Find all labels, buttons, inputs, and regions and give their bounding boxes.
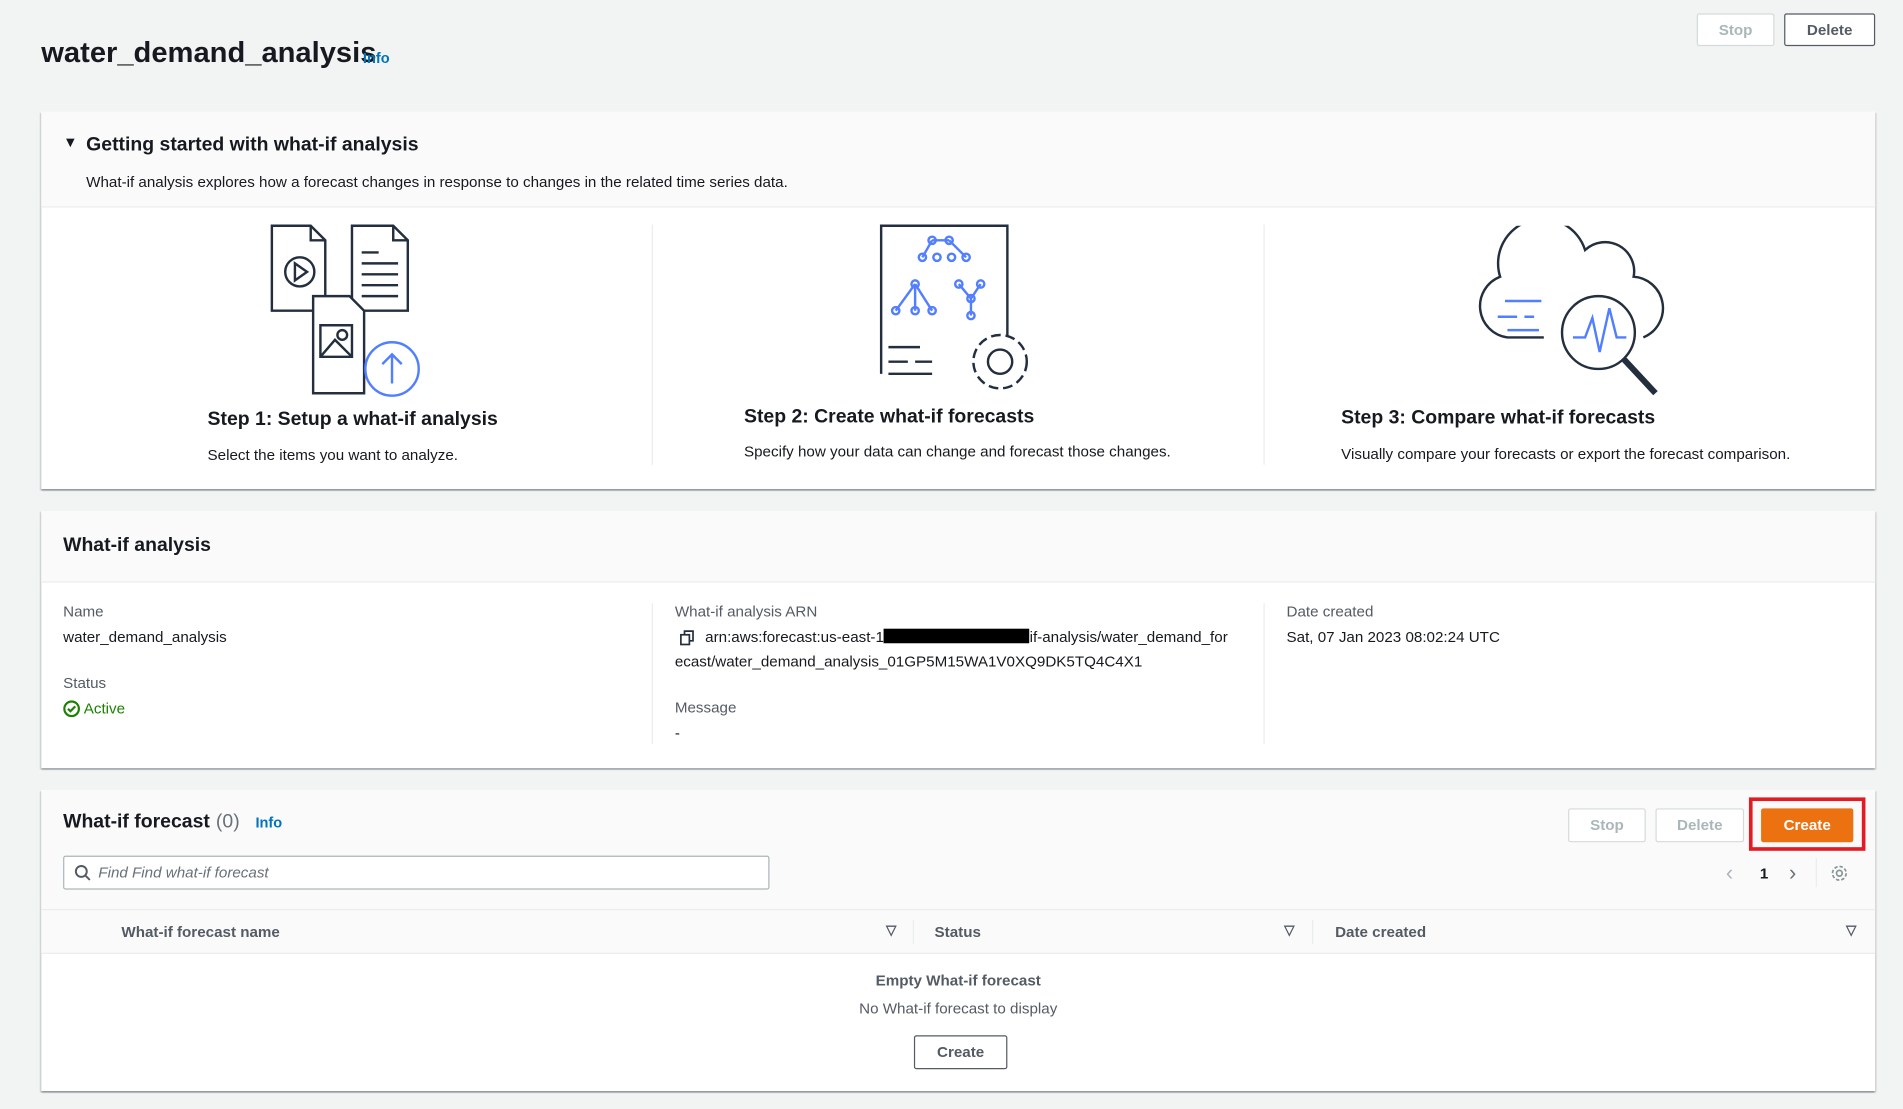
step-3-desc: Visually compare your forecasts or expor… — [1341, 445, 1791, 463]
info-link[interactable]: Info — [363, 50, 390, 67]
empty-title: Empty What-if forecast — [875, 972, 1041, 990]
arn-suffix: if-analysis/water_demand_for — [1029, 628, 1228, 646]
search-icon — [74, 865, 91, 881]
step-1-desc: Select the items you want to analyze. — [207, 446, 459, 464]
status-value: Active — [83, 700, 126, 718]
cloud-magnifier-icon — [1478, 225, 1665, 396]
step-3-title: Step 3: Compare what-if forecasts — [1341, 407, 1656, 429]
forecast-count: (0) — [215, 811, 240, 833]
getting-started-title[interactable]: Getting started with what-if analysis — [86, 135, 418, 157]
arn-label: What-if analysis ARN — [674, 603, 818, 621]
arn-value-line2: ecast/water_demand_analysis_01GP5M15WA1V… — [674, 652, 1143, 670]
analysis-title: What-if analysis — [63, 535, 211, 556]
stop-button[interactable]: Stop — [1696, 13, 1775, 47]
arn-value: arn:aws:forecast:us-east-1 if-analysis/wa… — [705, 628, 1228, 646]
step-2-title: Step 2: Create what-if forecasts — [743, 406, 1035, 428]
empty-create-button[interactable]: Create — [913, 1035, 1008, 1070]
next-page-button[interactable]: › — [1789, 861, 1796, 886]
copy-icon[interactable] — [680, 630, 696, 646]
column-date-created[interactable]: Date created — [1335, 924, 1426, 941]
date-value: Sat, 07 Jan 2023 08:02:24 UTC — [1286, 628, 1500, 646]
empty-state: Empty What-if forecast No What-if foreca… — [41, 972, 1875, 1017]
what-if-forecast-panel: What-if forecast (0) Info Stop Delete Cr… — [41, 790, 1876, 1092]
search-input[interactable]: Find Find what-if forecast — [63, 855, 770, 890]
date-label: Date created — [1286, 603, 1374, 621]
what-if-analysis-panel: What-if analysis Name water_demand_analy… — [41, 510, 1876, 769]
arn-prefix: arn:aws:forecast:us-east-1 — [705, 628, 884, 646]
table-header: What-if forecast name ▽ Status ▽ Date cr… — [41, 909, 1876, 954]
forecast-delete-button[interactable]: Delete — [1655, 808, 1745, 843]
column-status[interactable]: Status — [935, 924, 981, 941]
sort-icon[interactable]: ▽ — [1846, 922, 1856, 939]
expand-toggle[interactable]: ▼ — [63, 134, 77, 151]
empty-description: No What-if forecast to display — [859, 1000, 1058, 1018]
forecast-create-button[interactable]: Create — [1761, 808, 1854, 843]
name-value: water_demand_analysis — [63, 628, 227, 646]
sort-icon[interactable]: ▽ — [1284, 922, 1294, 939]
search-placeholder: Find Find what-if forecast — [98, 864, 269, 882]
step-2-desc: Specify how your data can change and for… — [743, 443, 1171, 460]
getting-started-panel: ▼ Getting started with what-if analysis … — [41, 111, 1876, 490]
settings-diagram-icon — [879, 224, 1029, 390]
page-number[interactable]: 1 — [1760, 865, 1768, 882]
gear-icon[interactable] — [1830, 864, 1848, 882]
delete-button[interactable]: Delete — [1784, 13, 1876, 47]
name-label: Name — [63, 603, 104, 621]
forecast-title: What-if forecast — [63, 811, 210, 833]
status-badge: Active — [63, 700, 125, 717]
upload-files-icon — [270, 224, 420, 397]
column-name[interactable]: What-if forecast name — [121, 924, 280, 941]
page-title: water_demand_analysis — [41, 36, 377, 70]
forecast-header: What-if forecast (0) Info — [63, 812, 282, 834]
sort-icon[interactable]: ▽ — [886, 922, 896, 939]
message-label: Message — [674, 699, 737, 717]
forecast-info-link[interactable]: Info — [255, 814, 282, 831]
step-1-title: Step 1: Setup a what-if analysis — [207, 409, 498, 430]
check-circle-icon — [63, 700, 80, 718]
status-label: Status — [63, 674, 107, 692]
getting-started-description: What-if analysis explores how a forecast… — [86, 173, 788, 191]
prev-page-button[interactable]: ‹ — [1726, 861, 1733, 886]
message-value: - — [674, 724, 680, 742]
redacted-block — [883, 628, 1030, 644]
forecast-stop-button[interactable]: Stop — [1568, 808, 1646, 843]
